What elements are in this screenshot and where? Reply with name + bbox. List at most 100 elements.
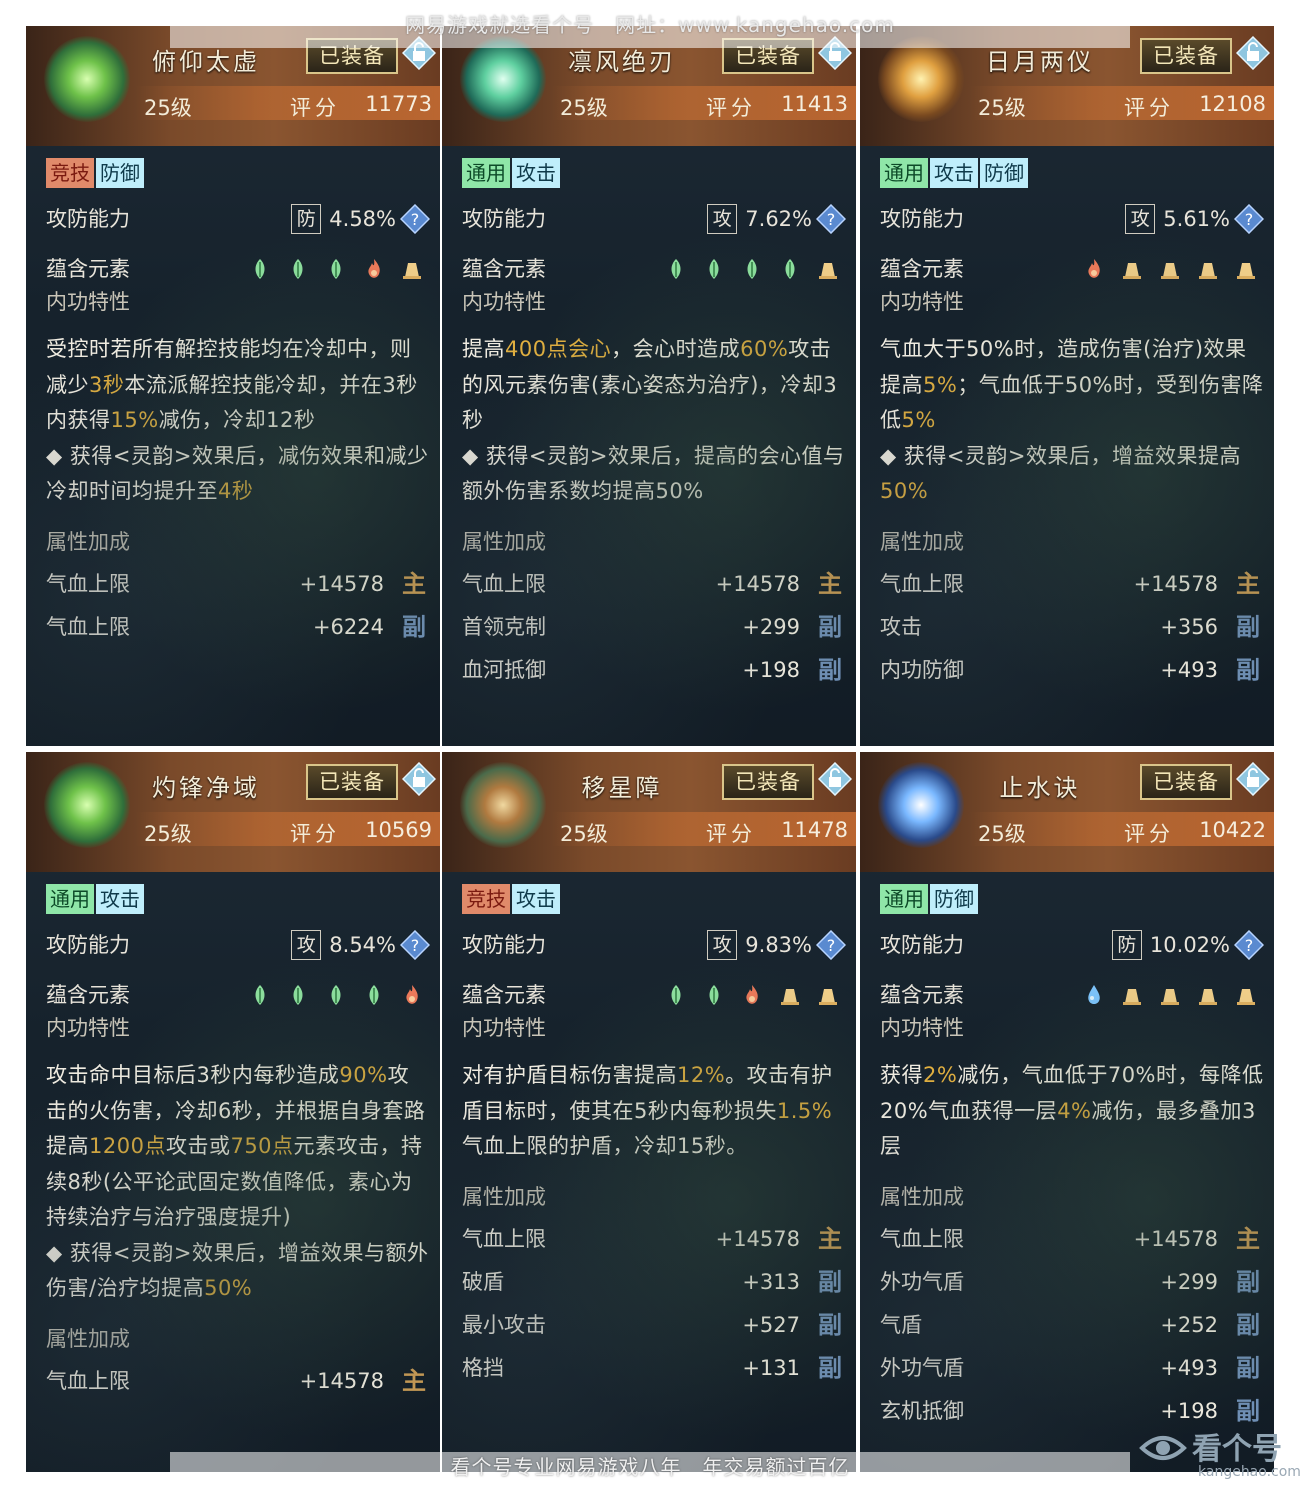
help-icon[interactable]: ? <box>1234 930 1264 960</box>
attribute-value: +14578 <box>299 1368 384 1393</box>
category-tag: 防御 <box>96 158 144 188</box>
attribute-name: 气血上限 <box>880 1226 964 1251</box>
fire-element-icon <box>1082 257 1106 281</box>
help-icon[interactable]: ? <box>400 204 430 234</box>
elements-row: 蕴含元素 <box>462 252 846 286</box>
category-tag: 通用 <box>880 884 928 914</box>
attribute-value: +198 <box>742 657 800 682</box>
wood-element-icon <box>664 983 688 1007</box>
earth-element-icon <box>1120 983 1144 1007</box>
score-value: 12108 <box>1199 92 1266 116</box>
attr-section-title: 属性加成 <box>880 1184 964 1209</box>
unlock-icon[interactable] <box>818 762 852 796</box>
equipment-card[interactable]: 灼锋净域 已装备 25级 评分 10569 通用 攻击 攻防能力 攻 8.54%? 蕴含元素 内功特性… <box>26 752 440 1472</box>
internal-description: 提高400点会心，会心时造成60%攻击的风元素伤害(素心姿态为治疗)，冷却3秒 ◆… <box>462 337 845 503</box>
ad-value: 5.61% <box>1163 207 1230 231</box>
category-tag: 竞技 <box>462 884 510 914</box>
help-icon[interactable]: ? <box>1234 204 1264 234</box>
attribute-value: +527 <box>742 1312 800 1337</box>
equipment-card[interactable]: 移星障 已装备 25级 评分 11478 竞技 攻击 攻防能力 攻 9.83%? 蕴含元素 内功特性对… <box>442 752 856 1472</box>
equipment-card[interactable]: 日月两仪 已装备 25级 评分 12108 通用 攻击 防御 攻防能力攻 5.61%? 蕴含元素 内功… <box>860 26 1274 746</box>
attr-section-title: 属性加成 <box>46 529 130 554</box>
equipment-card[interactable]: 俯仰太虚 已装备 25级 评分 11773 竞技 防御 攻防能力防 4.58%? 蕴含元素 内功特性… <box>26 26 440 746</box>
attribute-row: 气血上限 +6224 副 <box>46 607 430 647</box>
earth-element-icon <box>778 983 802 1007</box>
equipment-card[interactable]: 凛风绝刃 已装备 25级 评分 11413 通用 攻击 攻防能力攻 7.62%? 蕴含元素 内功特性… <box>442 26 856 746</box>
svg-text:?: ? <box>411 936 420 955</box>
attribute-name: 攻击 <box>880 614 922 639</box>
help-icon[interactable]: ? <box>816 204 846 234</box>
attribute-value: +14578 <box>1133 1226 1218 1251</box>
fire-element-icon <box>740 983 764 1007</box>
elements-label: 蕴含元素 <box>462 257 546 281</box>
equipment-gem-icon[interactable] <box>460 36 546 122</box>
elements-row: 蕴含元素 <box>46 252 430 286</box>
elements-label: 蕴含元素 <box>880 257 964 281</box>
attribute-row: 外功气盾 +299 副 <box>880 1262 1264 1302</box>
wood-element-icon <box>778 257 802 281</box>
attribute-name: 破盾 <box>462 1269 504 1294</box>
unlock-icon[interactable] <box>1236 762 1270 796</box>
score-value: 10569 <box>365 818 432 842</box>
equipment-gem-icon[interactable] <box>44 762 130 848</box>
attribute-value: +131 <box>742 1355 800 1380</box>
elements-row: 蕴含元素 <box>462 978 846 1012</box>
earth-element-icon <box>1158 983 1182 1007</box>
attribute-name: 气血上限 <box>46 614 130 639</box>
attribute-name: 格挡 <box>462 1355 504 1380</box>
elements-row: 蕴含元素 <box>46 978 430 1012</box>
attr-section-title: 属性加成 <box>46 1326 130 1351</box>
attribute-kind-mark: 副 <box>818 655 842 684</box>
tag-list: 竞技 防御 <box>46 158 144 190</box>
equipment-gem-icon[interactable] <box>44 36 130 122</box>
ad-value: 9.83% <box>745 933 812 957</box>
attribute-kind-mark: 副 <box>818 1267 842 1296</box>
unlock-icon[interactable] <box>1236 36 1270 70</box>
earth-element-icon <box>1158 257 1182 281</box>
attribute-row: 攻击 +356 副 <box>880 607 1264 647</box>
attribute-kind-mark: 副 <box>818 612 842 641</box>
equipment-gem-icon[interactable] <box>460 762 546 848</box>
equipment-gem-icon[interactable] <box>878 762 964 848</box>
brand-name: 看个号 <box>1192 1432 1282 1467</box>
attr-section-title: 属性加成 <box>462 1184 546 1209</box>
attack-defense-row: 攻防能力 攻 8.54%? <box>46 928 430 962</box>
internal-description: 对有护盾目标伤害提高12%。攻击有护盾目标时，使其在5秒内每秒损失1.5%气血上… <box>462 1063 833 1158</box>
equipped-badge: 已装备 <box>1140 38 1232 74</box>
help-icon[interactable]: ? <box>400 930 430 960</box>
attribute-row: 格挡 +131 副 <box>462 1348 846 1388</box>
internal-description: 获得2%减伤，气血低于70%时，每降低20%气血获得一层4%减伤，最多叠加3层 <box>880 1063 1264 1158</box>
elements-label: 蕴含元素 <box>46 983 130 1007</box>
attribute-kind-mark: 副 <box>1236 612 1260 641</box>
attribute-name: 气血上限 <box>46 1368 130 1393</box>
category-tag: 攻击 <box>96 884 144 914</box>
ad-type-badge: 攻 <box>1125 204 1156 234</box>
attribute-name: 内功防御 <box>880 657 964 682</box>
ad-type-badge: 防 <box>1111 930 1142 960</box>
internal-section-title: 内功特性 <box>462 1016 546 1040</box>
attribute-kind-mark: 副 <box>1236 1267 1260 1296</box>
unlock-icon[interactable] <box>402 762 436 796</box>
svg-text:?: ? <box>827 936 836 955</box>
attribute-kind-mark: 副 <box>818 1310 842 1339</box>
earth-element-icon <box>1196 257 1220 281</box>
ad-type-badge: 攻 <box>707 204 738 234</box>
equipped-badge: 已装备 <box>306 764 398 800</box>
attribute-kind-mark: 主 <box>402 1366 426 1395</box>
attribute-name: 气血上限 <box>880 571 964 596</box>
attr-section-title: 属性加成 <box>880 529 964 554</box>
ad-value: 8.54% <box>329 933 396 957</box>
attack-defense-label: 攻防能力 <box>880 933 964 957</box>
attribute-name: 气血上限 <box>46 571 130 596</box>
attribute-name: 玄机抵御 <box>880 1398 964 1423</box>
equipment-level: 25级 <box>144 96 192 120</box>
eye-logo-icon <box>1139 1436 1187 1460</box>
score-label: 评分 <box>290 96 340 120</box>
score-value: 10422 <box>1199 818 1266 842</box>
equipment-card[interactable]: 止水诀 已装备 25级 评分 10422 通用 防御 攻防能力 防 10.02%? 蕴含元素 内功特性… <box>860 752 1274 1472</box>
equipment-gem-icon[interactable] <box>878 36 964 122</box>
tag-list: 通用 攻击 防御 <box>880 158 1028 190</box>
ad-value: 4.58% <box>329 207 396 231</box>
attribute-kind-mark: 副 <box>818 1353 842 1382</box>
help-icon[interactable]: ? <box>816 930 846 960</box>
